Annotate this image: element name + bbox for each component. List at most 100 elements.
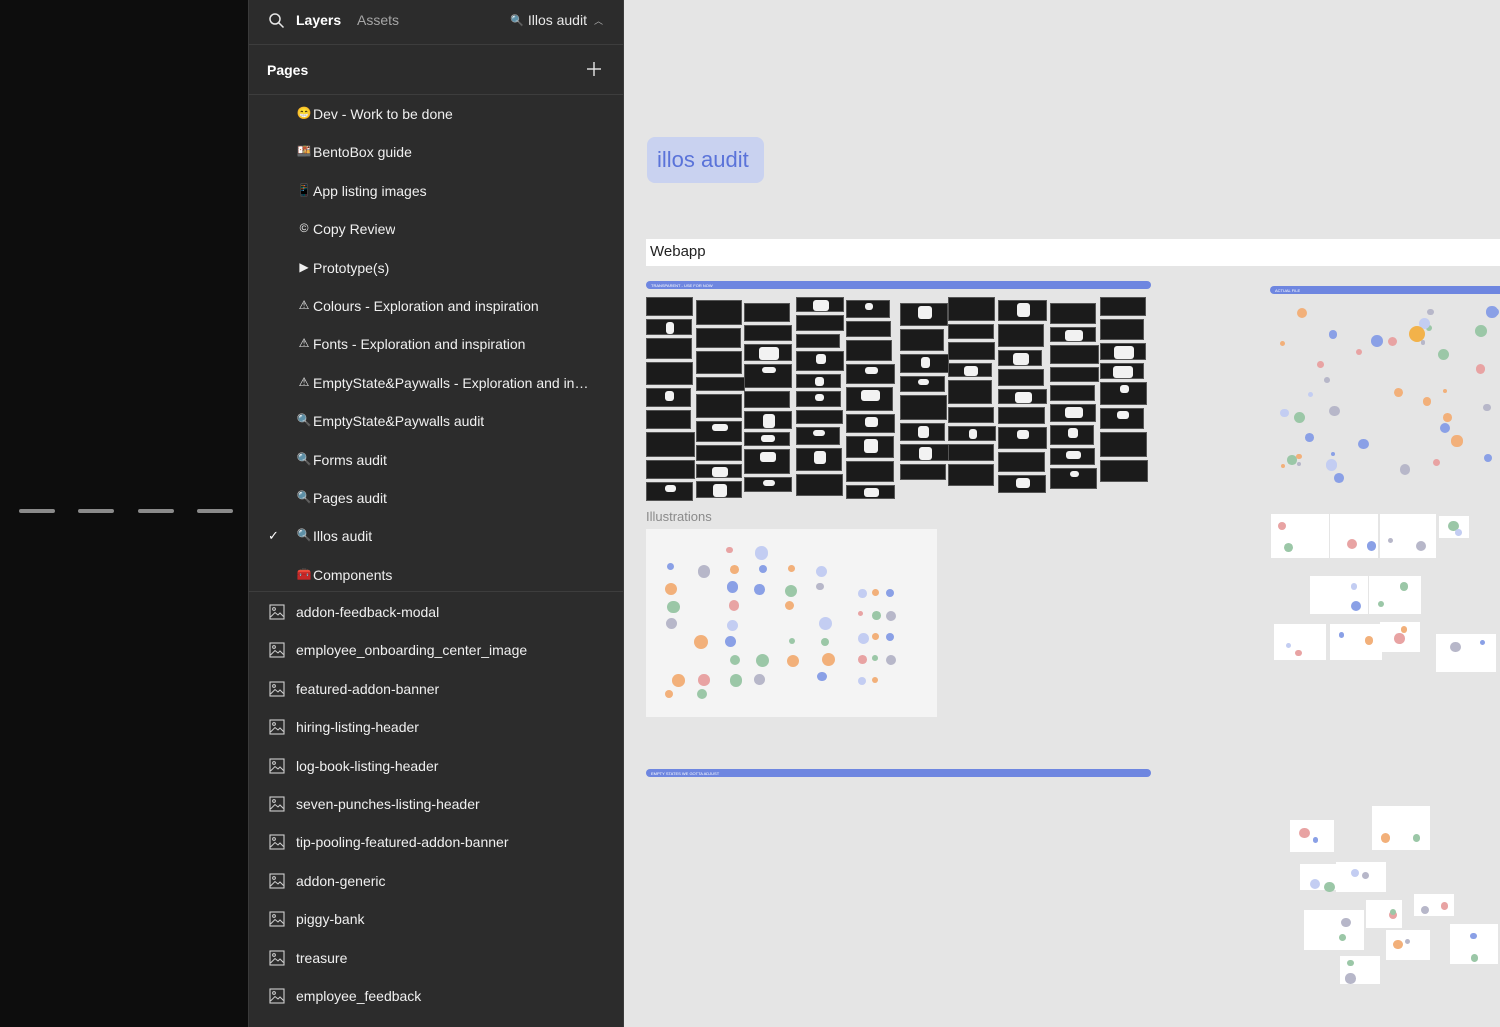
layer-item[interactable]: featured-addon-banner bbox=[249, 670, 623, 708]
dark-thumbnail[interactable] bbox=[696, 445, 742, 461]
search-icon[interactable] bbox=[268, 12, 286, 30]
dark-thumbnail[interactable] bbox=[744, 391, 790, 408]
dark-thumbnail[interactable] bbox=[744, 411, 792, 429]
dark-thumbnail[interactable] bbox=[1050, 303, 1096, 324]
plus-icon[interactable] bbox=[585, 60, 603, 78]
layer-item[interactable]: tip-pooling-featured-addon-banner bbox=[249, 823, 623, 861]
current-page-dropdown[interactable]: 🔍 Illos audit ︿ bbox=[510, 12, 603, 28]
slide-dash[interactable] bbox=[19, 509, 55, 513]
dark-thumbnail[interactable] bbox=[646, 297, 693, 316]
dark-thumbnail[interactable] bbox=[744, 477, 792, 492]
layer-item[interactable]: treasure bbox=[249, 939, 623, 977]
mini-frame[interactable] bbox=[1380, 514, 1436, 558]
mini-frame[interactable] bbox=[1436, 634, 1496, 672]
dark-thumbnail[interactable] bbox=[900, 303, 948, 326]
dark-thumbnail[interactable] bbox=[900, 376, 945, 392]
dark-thumbnail[interactable] bbox=[998, 407, 1045, 424]
dark-thumbnail[interactable] bbox=[1100, 408, 1144, 429]
dark-thumbnail[interactable] bbox=[846, 340, 892, 361]
dark-thumbnail[interactable] bbox=[948, 324, 994, 339]
dark-thumbnail[interactable] bbox=[696, 394, 742, 418]
dark-thumbnail[interactable] bbox=[1100, 382, 1147, 405]
dark-thumbnail[interactable] bbox=[846, 387, 893, 411]
layer-item[interactable]: piggy-bank bbox=[249, 900, 623, 938]
dark-thumbnail[interactable] bbox=[744, 344, 792, 361]
design-canvas[interactable]: illos audit Webapp TRANSPARENT - USE FOR… bbox=[624, 0, 1500, 1027]
layer-item[interactable]: hiring-listing-header bbox=[249, 708, 623, 746]
dark-thumbnail[interactable] bbox=[900, 329, 944, 351]
page-item[interactable]: ⚠ Colours - Exploration and inspiration bbox=[249, 287, 623, 325]
dark-thumbnail[interactable] bbox=[948, 297, 995, 321]
mini-frame[interactable] bbox=[1336, 862, 1386, 892]
section-title[interactable]: illos audit bbox=[647, 137, 764, 183]
dark-thumbnail[interactable] bbox=[744, 449, 790, 474]
dark-thumbnail[interactable] bbox=[646, 410, 691, 429]
mini-frame[interactable] bbox=[1271, 514, 1329, 558]
dark-thumbnail[interactable] bbox=[948, 380, 992, 404]
dark-thumbnail[interactable] bbox=[998, 324, 1044, 347]
webapp-section-header[interactable]: Webapp bbox=[646, 239, 1500, 266]
dark-thumbnail[interactable] bbox=[796, 391, 841, 407]
empty-states-strip[interactable]: EMPTY STATES WE GOTTA ADJUST bbox=[646, 769, 1151, 777]
dark-thumbnail[interactable] bbox=[696, 328, 741, 348]
page-item[interactable]: 🍱 BentoBox guide bbox=[249, 133, 623, 171]
dark-thumbnail[interactable] bbox=[1100, 363, 1144, 379]
dark-thumbnail[interactable] bbox=[696, 351, 742, 374]
page-item[interactable]: 🔍 EmptyState&Paywalls audit bbox=[249, 402, 623, 440]
dark-thumbnail[interactable] bbox=[1050, 404, 1096, 422]
dark-thumbnail[interactable] bbox=[1050, 385, 1095, 401]
dark-thumbnail[interactable] bbox=[900, 354, 949, 373]
layer-item[interactable]: employee_onboarding_center_image bbox=[249, 631, 623, 669]
dark-thumbnail[interactable] bbox=[846, 485, 895, 499]
layer-item[interactable]: employee_feedback bbox=[249, 977, 623, 1015]
dark-thumbnail[interactable] bbox=[1050, 448, 1095, 465]
dark-thumbnail[interactable] bbox=[796, 315, 844, 331]
page-item-selected[interactable]: ✓ 🔍 Illos audit bbox=[249, 517, 623, 555]
transparent-strip[interactable]: TRANSPARENT - USE FOR NOW bbox=[646, 281, 1151, 289]
dark-thumbnail[interactable] bbox=[998, 389, 1047, 404]
dark-thumbnail[interactable] bbox=[900, 464, 946, 480]
dark-thumbnail[interactable] bbox=[846, 300, 890, 318]
mini-frame[interactable] bbox=[1330, 624, 1382, 660]
dark-thumbnail[interactable] bbox=[998, 452, 1045, 472]
dark-thumbnail[interactable] bbox=[646, 460, 695, 479]
dark-thumbnail[interactable] bbox=[846, 321, 891, 337]
page-item[interactable]: 😁 Dev - Work to be done bbox=[249, 95, 623, 133]
dark-thumbnail[interactable] bbox=[998, 369, 1044, 386]
slide-dash[interactable] bbox=[197, 509, 233, 513]
dark-thumbnail[interactable] bbox=[1050, 425, 1094, 445]
dark-thumbnail[interactable] bbox=[846, 461, 894, 482]
dark-thumbnail[interactable] bbox=[1100, 297, 1146, 316]
dark-thumbnail[interactable] bbox=[646, 388, 691, 407]
layer-item[interactable]: seven-punches-listing-header bbox=[249, 785, 623, 823]
mini-frame[interactable] bbox=[1330, 514, 1378, 558]
actual-file-strip[interactable]: ACTUAL FILE bbox=[1270, 286, 1500, 294]
dark-thumbnail[interactable] bbox=[646, 362, 693, 385]
dark-thumbnail[interactable] bbox=[796, 374, 841, 388]
dark-thumbnail[interactable] bbox=[948, 444, 994, 461]
mini-frame[interactable] bbox=[1304, 910, 1364, 950]
dark-thumbnail[interactable] bbox=[1100, 432, 1147, 457]
page-item[interactable]: ▶ Prototype(s) bbox=[249, 249, 623, 287]
mini-frame[interactable] bbox=[1372, 806, 1430, 850]
illustrations-frame[interactable] bbox=[646, 529, 937, 717]
dark-thumbnail[interactable] bbox=[796, 351, 844, 371]
dark-thumbnail[interactable] bbox=[744, 303, 790, 322]
page-item[interactable]: © Copy Review bbox=[249, 210, 623, 248]
page-item[interactable]: ⚠ Fonts - Exploration and inspiration bbox=[249, 325, 623, 363]
slide-dash[interactable] bbox=[138, 509, 174, 513]
dark-thumbnail[interactable] bbox=[1050, 367, 1099, 382]
dark-thumbnail[interactable] bbox=[696, 464, 742, 478]
dark-thumbnail[interactable] bbox=[1100, 343, 1146, 360]
dark-thumbnail[interactable] bbox=[846, 364, 895, 384]
dark-thumbnail[interactable] bbox=[696, 300, 742, 325]
mini-frame[interactable] bbox=[1369, 576, 1421, 614]
dark-thumbnail[interactable] bbox=[998, 350, 1042, 366]
dark-thumbnail[interactable] bbox=[696, 481, 742, 498]
dark-thumbnail[interactable] bbox=[998, 300, 1047, 321]
dark-thumbnail[interactable] bbox=[900, 395, 947, 420]
dark-thumbnail[interactable] bbox=[796, 448, 842, 471]
dark-thumbnail[interactable] bbox=[998, 475, 1046, 493]
tab-assets[interactable]: Assets bbox=[357, 12, 399, 28]
page-item[interactable]: 📱 App listing images bbox=[249, 172, 623, 210]
